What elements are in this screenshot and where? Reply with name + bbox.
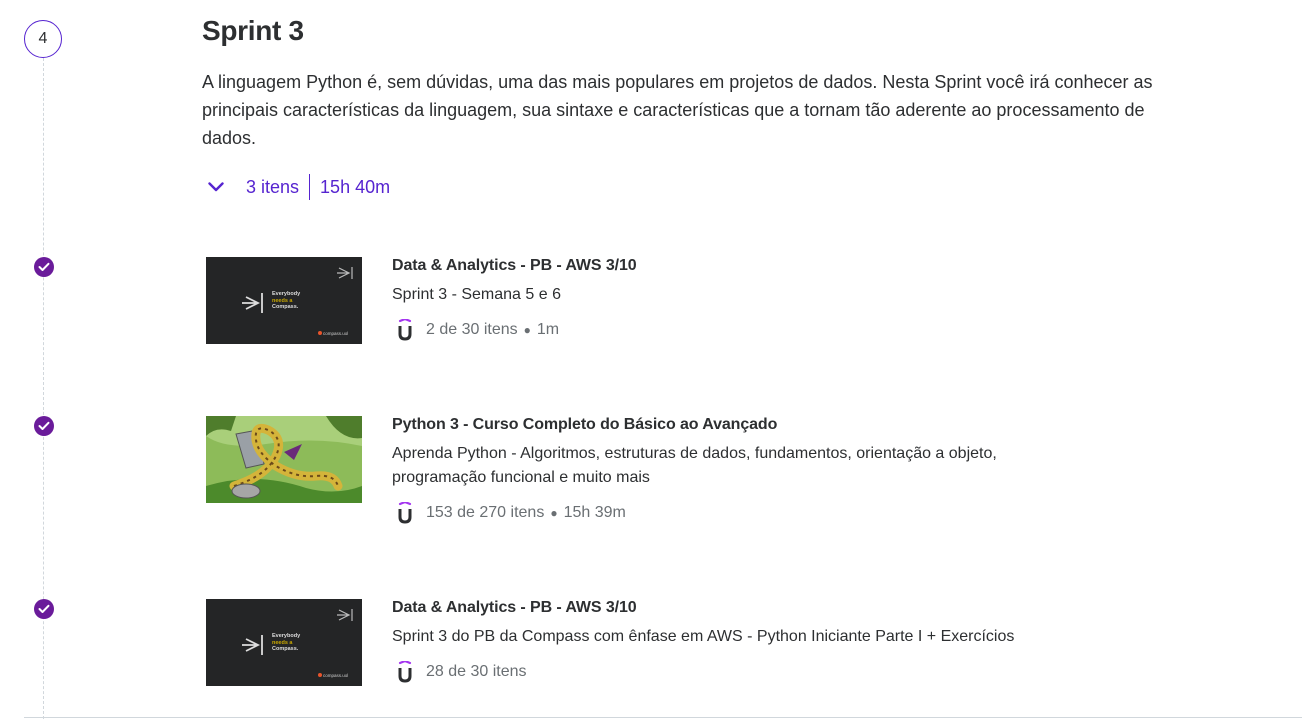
course-progress: 2 de 30 itens <box>426 321 518 338</box>
course-meta: 153 de 270 itens ● 15h 39m <box>396 502 626 524</box>
course-subtitle: Sprint 3 do PB da Compass com ênfase em … <box>392 628 1015 645</box>
course-subtitle: Aprenda Python - Algoritmos, estruturas … <box>392 445 997 486</box>
course-title[interactable]: Python 3 - Curso Completo do Básico ao A… <box>392 416 777 434</box>
section-duration[interactable]: 15h 40m <box>320 177 390 198</box>
thumb-brand: compass.uol <box>318 331 348 336</box>
thumb-brand: compass.uol <box>318 673 348 678</box>
thumb-text-line: Compass. <box>272 646 299 652</box>
thumb-text-line: Everybody <box>272 291 301 297</box>
chevron-down-icon[interactable] <box>204 175 228 199</box>
course-meta: 2 de 30 itens ● 1m <box>396 319 559 341</box>
arrow-icon <box>242 293 263 313</box>
check-circle-icon <box>34 257 54 277</box>
udemy-u-icon <box>398 319 412 341</box>
check-circle-icon <box>34 416 54 436</box>
udemy-u-icon <box>398 502 412 524</box>
course-thumbnail[interactable] <box>206 416 362 503</box>
timeline-line <box>43 58 44 719</box>
meta-separator <box>309 174 311 200</box>
course-meta: 28 de 30 itens <box>396 661 527 683</box>
section-divider <box>24 717 1302 718</box>
course-progress: 28 de 30 itens <box>426 663 527 680</box>
meta-dot: ● <box>550 506 558 520</box>
course-subtitle: Sprint 3 - Semana 5 e 6 <box>392 286 561 303</box>
section-description: A linguagem Python é, sem dúvidas, uma d… <box>202 72 1153 148</box>
thumb-text-line: Everybody <box>272 633 301 639</box>
arrow-icon <box>337 267 353 279</box>
udemy-u-icon <box>398 661 412 683</box>
section-title: Sprint 3 <box>202 15 304 46</box>
meta-dot: ● <box>523 323 531 337</box>
step-number: 4 <box>38 30 48 47</box>
course-duration: 1m <box>536 321 560 338</box>
section-item-count[interactable]: 3 itens <box>246 177 299 198</box>
course-progress: 153 de 270 itens <box>426 504 545 521</box>
course-thumbnail[interactable]: Everybody needs a Compass. compass.uol <box>206 257 362 344</box>
thumb-text-line: Compass. <box>272 304 299 310</box>
course-thumbnail[interactable]: Everybody needs a Compass. compass.uol <box>206 599 362 686</box>
arrow-icon <box>242 635 263 655</box>
check-circle-icon <box>34 599 54 619</box>
course-title[interactable]: Data & Analytics - PB - AWS 3/10 <box>392 257 637 275</box>
arrow-icon <box>337 609 353 621</box>
step-number-badge: 4 <box>24 20 62 58</box>
course-title[interactable]: Data & Analytics - PB - AWS 3/10 <box>392 599 637 617</box>
section-meta: 3 itens 15h 40m <box>204 174 390 200</box>
course-duration: 15h 39m <box>563 504 626 521</box>
